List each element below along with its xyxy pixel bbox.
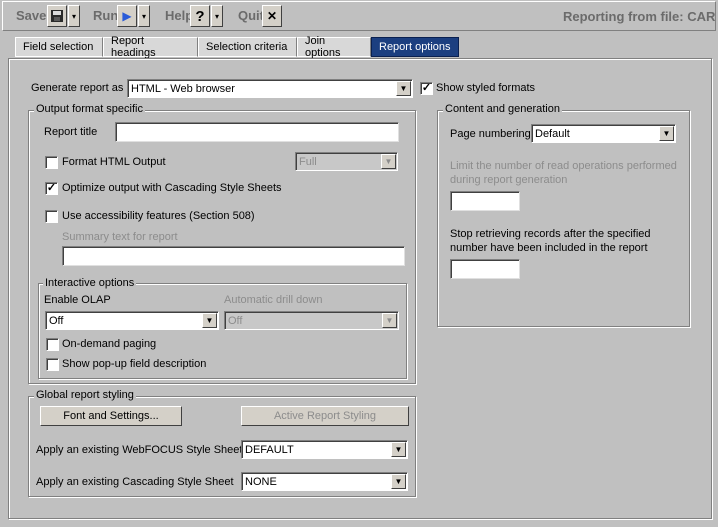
save-dropdown-button[interactable]: ▾ (68, 5, 80, 27)
help-button[interactable]: ? (190, 5, 210, 27)
optimize-css-checkbox[interactable]: ✓ (45, 182, 58, 195)
help-dropdown-button[interactable]: ▾ (211, 5, 223, 27)
webfocus-sheet-select[interactable]: DEFAULT ▼ (241, 440, 408, 459)
question-mark-icon: ? (195, 7, 205, 25)
accessibility-label: Use accessibility features (Section 508) (62, 210, 255, 222)
tab-label: Join options (305, 35, 341, 59)
tab-field-selection[interactable]: Field selection (15, 37, 103, 57)
tab-join-options[interactable]: Join options (297, 35, 371, 59)
tab-selection-criteria[interactable]: Selection criteria (198, 37, 297, 57)
active-report-styling-button[interactable]: Active Report Styling (241, 406, 409, 426)
tab-report-options[interactable]: Report options (371, 37, 459, 57)
chevron-down-icon: ▼ (391, 442, 406, 457)
chevron-down-icon: ▼ (381, 154, 396, 169)
page-numbering-select[interactable]: Default ▼ (531, 124, 676, 143)
quit-button[interactable]: ✕ (262, 5, 282, 27)
show-styled-checkbox[interactable]: ✓ (420, 82, 433, 95)
tab-label: Report options (379, 41, 451, 53)
tab-label: Report headings (111, 35, 156, 59)
stop-retrieving-label-line2: number have been included in the report (450, 242, 648, 254)
check-icon: ✓ (46, 182, 57, 194)
popup-description-label: Show pop-up field description (62, 358, 207, 370)
quit-label: Quit (238, 8, 264, 23)
enable-olap-value: Off (49, 314, 64, 327)
webfocus-sheet-value: DEFAULT (245, 443, 294, 456)
css-sheet-select[interactable]: NONE ▼ (241, 472, 408, 491)
optimize-css-label: Optimize output with Cascading Style She… (62, 182, 282, 194)
save-button[interactable] (47, 5, 67, 27)
font-settings-label: Font and Settings... (63, 410, 159, 422)
tab-label: Field selection (23, 41, 94, 53)
run-dropdown-button[interactable]: ▾ (138, 5, 150, 27)
floppy-disk-icon (51, 10, 63, 22)
summary-text-label: Summary text for report (62, 231, 178, 243)
limit-reads-label-line2: during report generation (450, 174, 568, 186)
report-title-input[interactable] (115, 122, 399, 142)
format-html-label: Format HTML Output (62, 156, 166, 168)
limit-reads-label-line1: Limit the number of read operations perf… (450, 160, 677, 172)
generate-report-label: Generate report as (31, 82, 124, 94)
format-html-checkbox[interactable] (45, 156, 58, 169)
format-html-value: Full (299, 155, 317, 168)
chevron-down-icon: ▼ (382, 313, 397, 328)
check-icon: ✓ (421, 82, 432, 94)
accessibility-checkbox[interactable] (45, 210, 58, 223)
format-html-select[interactable]: Full ▼ (295, 152, 398, 171)
generate-report-select[interactable]: HTML - Web browser ▼ (127, 79, 413, 98)
content-generation-legend: Content and generation (443, 103, 562, 115)
global-styling-legend: Global report styling (34, 389, 136, 401)
css-sheet-value: NONE (245, 475, 277, 488)
on-demand-paging-label: On-demand paging (62, 338, 157, 350)
popup-description-checkbox[interactable] (46, 358, 59, 371)
active-report-styling-label: Active Report Styling (273, 410, 377, 422)
save-label: Save (16, 8, 47, 23)
generate-report-value: HTML - Web browser (131, 82, 235, 95)
limit-reads-input[interactable] (450, 191, 520, 211)
tab-label: Selection criteria (206, 41, 288, 53)
show-styled-label: Show styled formats (436, 82, 536, 94)
play-icon: ▶ (122, 9, 132, 23)
tab-report-headings[interactable]: Report headings (103, 35, 198, 59)
font-settings-button[interactable]: Font and Settings... (40, 406, 182, 426)
drill-down-value: Off (228, 314, 243, 327)
window-title: Reporting from file: CAR (563, 9, 716, 24)
enable-olap-label: Enable OLAP (44, 294, 111, 306)
chevron-down-icon: ▼ (396, 81, 411, 96)
chevron-down-icon: ▼ (659, 126, 674, 141)
chevron-down-icon: ▼ (391, 474, 406, 489)
output-format-legend: Output format specific (34, 103, 145, 115)
summary-text-input[interactable] (62, 246, 405, 266)
run-button[interactable]: ▶ (117, 5, 137, 27)
chevron-down-icon: ▾ (214, 11, 219, 21)
chevron-down-icon: ▾ (71, 11, 76, 21)
report-title-label: Report title (44, 126, 98, 138)
drill-down-label: Automatic drill down (224, 294, 323, 306)
interactive-options-legend: Interactive options (43, 277, 137, 289)
webfocus-sheet-label: Apply an existing WebFOCUS Style Sheet (36, 444, 243, 456)
page-numbering-label: Page numbering (450, 128, 531, 140)
close-icon: ✕ (266, 9, 278, 23)
chevron-down-icon: ▼ (202, 313, 217, 328)
run-label: Run (93, 8, 119, 23)
stop-retrieving-label-line1: Stop retrieving records after the specif… (450, 228, 651, 240)
chevron-down-icon: ▾ (141, 11, 146, 21)
css-sheet-label: Apply an existing Cascading Style Sheet (36, 476, 234, 488)
enable-olap-select[interactable]: Off ▼ (45, 311, 219, 330)
drill-down-select[interactable]: Off ▼ (224, 311, 399, 330)
stop-retrieving-input[interactable] (450, 259, 520, 279)
on-demand-paging-checkbox[interactable] (46, 338, 59, 351)
help-label: Help (165, 8, 194, 23)
page-numbering-value: Default (535, 127, 570, 140)
